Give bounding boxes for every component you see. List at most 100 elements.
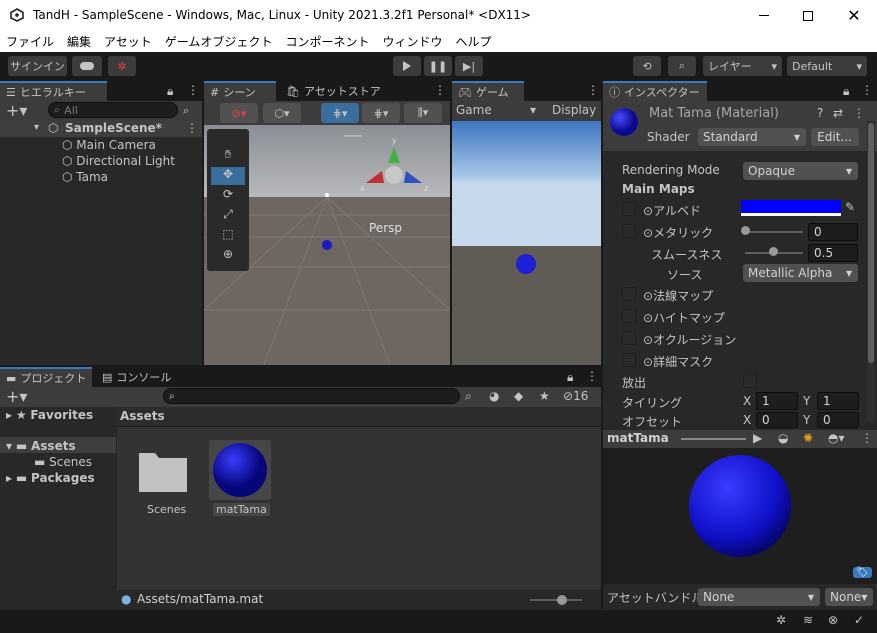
tab-inspector[interactable]: ⓘ インスペクター [603, 81, 707, 101]
asset-bundle-dropdown[interactable]: None ▾ [698, 588, 820, 606]
persp-label[interactable]: Persp [369, 221, 402, 235]
scene-search-icon[interactable]: ⌕ [183, 104, 189, 118]
cloud-button[interactable] [72, 56, 102, 76]
tab-hierarchy[interactable]: ☰ ヒエラルキー [0, 81, 107, 101]
metallic-texture-slot[interactable] [622, 224, 636, 238]
offset-x-input[interactable]: 0 [756, 412, 798, 428]
asset-bundle-variant-dropdown[interactable]: None ▾ [825, 588, 873, 606]
eyedropper-icon[interactable]: ✎ [845, 200, 855, 214]
hierarchy-item[interactable]: ⬡ Tama [62, 170, 108, 184]
kebab-menu-icon[interactable]: ⋮ [586, 369, 598, 383]
favorite-star-icon[interactable]: ★ [539, 389, 550, 403]
menu-file[interactable]: ファイル [6, 33, 54, 50]
game-viewport[interactable] [452, 121, 601, 365]
preview-sphere[interactable] [688, 454, 792, 558]
kebab-menu-icon[interactable]: ⋮ [187, 83, 199, 97]
menu-help[interactable]: ヘルプ [455, 33, 491, 50]
detail-mask-slot[interactable] [622, 353, 636, 367]
hand-tool[interactable]: ✋︎ [211, 147, 245, 165]
hierarchy-item[interactable]: ⬡ Directional Light [62, 154, 175, 168]
tab-game[interactable]: 🎮︎ ゲーム [452, 81, 524, 101]
bug-icon[interactable]: ✲ [776, 613, 786, 627]
albedo-texture-slot[interactable] [622, 202, 636, 216]
shader-dropdown[interactable]: Standard ▾ [698, 128, 806, 146]
play-button[interactable] [393, 56, 421, 76]
menu-window[interactable]: ウィンドウ [382, 33, 442, 50]
search-by-type-icon[interactable]: ⌕ [465, 389, 472, 404]
layers-dropdown[interactable]: レイヤー ▾ [703, 56, 782, 76]
light-icon[interactable] [325, 193, 329, 197]
project-search-input[interactable]: ⌕ [163, 388, 460, 404]
lock-icon[interactable]: 🔒︎ [843, 84, 849, 99]
kebab-menu-icon[interactable]: ⋮ [186, 121, 198, 135]
height-map-slot[interactable] [622, 309, 636, 323]
view-options-button[interactable]: ⫼▾ [404, 103, 442, 123]
tiling-y-input[interactable]: 1 [817, 392, 859, 410]
scale-tool[interactable]: ⤢ [211, 207, 245, 225]
menu-edit[interactable]: 編集 [67, 33, 91, 50]
smoothness-slider-handle[interactable] [769, 247, 778, 256]
preview-drag-handle[interactable] [681, 438, 746, 440]
scrollbar-thumb[interactable] [868, 123, 874, 363]
add-icon[interactable]: +▾ [6, 101, 27, 120]
menu-assets[interactable]: アセット [104, 33, 152, 50]
kebab-menu-icon[interactable]: ⋮ [861, 83, 873, 97]
shader-edit-button[interactable]: Edit... [811, 128, 859, 146]
metallic-slider-track[interactable] [745, 231, 803, 233]
filter-type-icon[interactable]: ◕ [489, 389, 499, 403]
icon-size-slider-handle[interactable] [557, 595, 567, 605]
occlusion-slot[interactable] [622, 331, 636, 345]
breadcrumb-assets[interactable]: Assets [120, 409, 165, 423]
maximize-button[interactable] [785, 0, 831, 31]
light-toggle-icon[interactable]: ✺ [803, 431, 813, 445]
transform-tool[interactable]: ⊕ [211, 247, 245, 265]
check-icon[interactable]: ✓ [854, 613, 864, 627]
shading-dropdown[interactable]: ⬡▾ [263, 103, 301, 123]
tab-project[interactable]: ▬ プロジェクト [0, 367, 92, 387]
tama-sphere[interactable] [322, 240, 332, 250]
increment-snap-button[interactable]: ⋕▾ [362, 103, 400, 123]
metallic-slider-handle[interactable] [741, 226, 750, 235]
tree-item-packages[interactable]: ▸ ▬ Packages [6, 471, 95, 485]
layout-dropdown[interactable]: Default ▾ [787, 56, 867, 76]
lock-icon[interactable]: 🔒︎ [167, 84, 173, 99]
tab-asset-store[interactable]: 🛍︎ アセットストア [280, 81, 381, 101]
tiling-x-input[interactable]: 1 [756, 392, 798, 410]
preview-shape-dropdown[interactable]: ◓▾ [828, 431, 845, 445]
collab-button[interactable]: ✲ [108, 56, 136, 76]
inspector-scrollbar[interactable] [867, 121, 875, 421]
tree-item-scenes[interactable]: ▬ Scenes [34, 455, 92, 469]
tree-item-assets-row[interactable]: ▾ ▬ Assets [6, 439, 76, 453]
hierarchy-search-input[interactable]: ⌕ All [48, 102, 178, 118]
display-dropdown[interactable]: Display [552, 103, 596, 117]
step-button[interactable]: ▶| [455, 56, 483, 76]
search-button[interactable]: ⌕ [668, 56, 696, 76]
close-button[interactable]: ✕ [831, 0, 877, 31]
asset-tile-scenes[interactable] [137, 447, 189, 497]
history-button[interactable]: ⟲ [633, 56, 661, 76]
filter-label-icon[interactable]: ◆ [514, 389, 523, 403]
rotate-tool[interactable]: ⟳ [211, 187, 245, 205]
play-icon[interactable]: ▶ [753, 431, 762, 445]
metallic-input[interactable]: 0 [808, 223, 858, 241]
hidden-packages-icon[interactable]: ⊘16 [563, 389, 588, 403]
kebab-menu-icon[interactable]: ⋮ [587, 83, 599, 97]
ai-icon[interactable]: ⊗ [828, 613, 838, 627]
add-icon[interactable]: +▾ [6, 387, 27, 406]
kebab-menu-icon[interactable]: ⋮ [853, 106, 865, 120]
emission-checkbox[interactable] [743, 374, 757, 388]
sphere-mesh-icon[interactable]: ◒ [778, 431, 788, 445]
hierarchy-item[interactable]: ⬡ Main Camera [62, 138, 156, 152]
albedo-color-swatch[interactable] [741, 200, 841, 216]
settings-icon[interactable]: ⇄ [833, 106, 843, 120]
move-tool[interactable]: ✥ [211, 167, 245, 185]
source-dropdown[interactable]: Metallic Alpha ▾ [743, 264, 858, 282]
rect-tool[interactable]: ⬚ [211, 227, 245, 245]
offset-y-input[interactable]: 0 [817, 412, 859, 428]
tree-item-favorites[interactable]: ▸ ★ Favorites [6, 408, 93, 422]
menu-gameobject[interactable]: ゲームオブジェクト [165, 33, 273, 50]
icon-size-slider-track[interactable] [530, 599, 582, 601]
game-mode-dropdown[interactable]: Game [456, 103, 492, 117]
tab-console[interactable]: ▤ コンソール [96, 367, 176, 387]
normal-map-slot[interactable] [622, 287, 636, 301]
